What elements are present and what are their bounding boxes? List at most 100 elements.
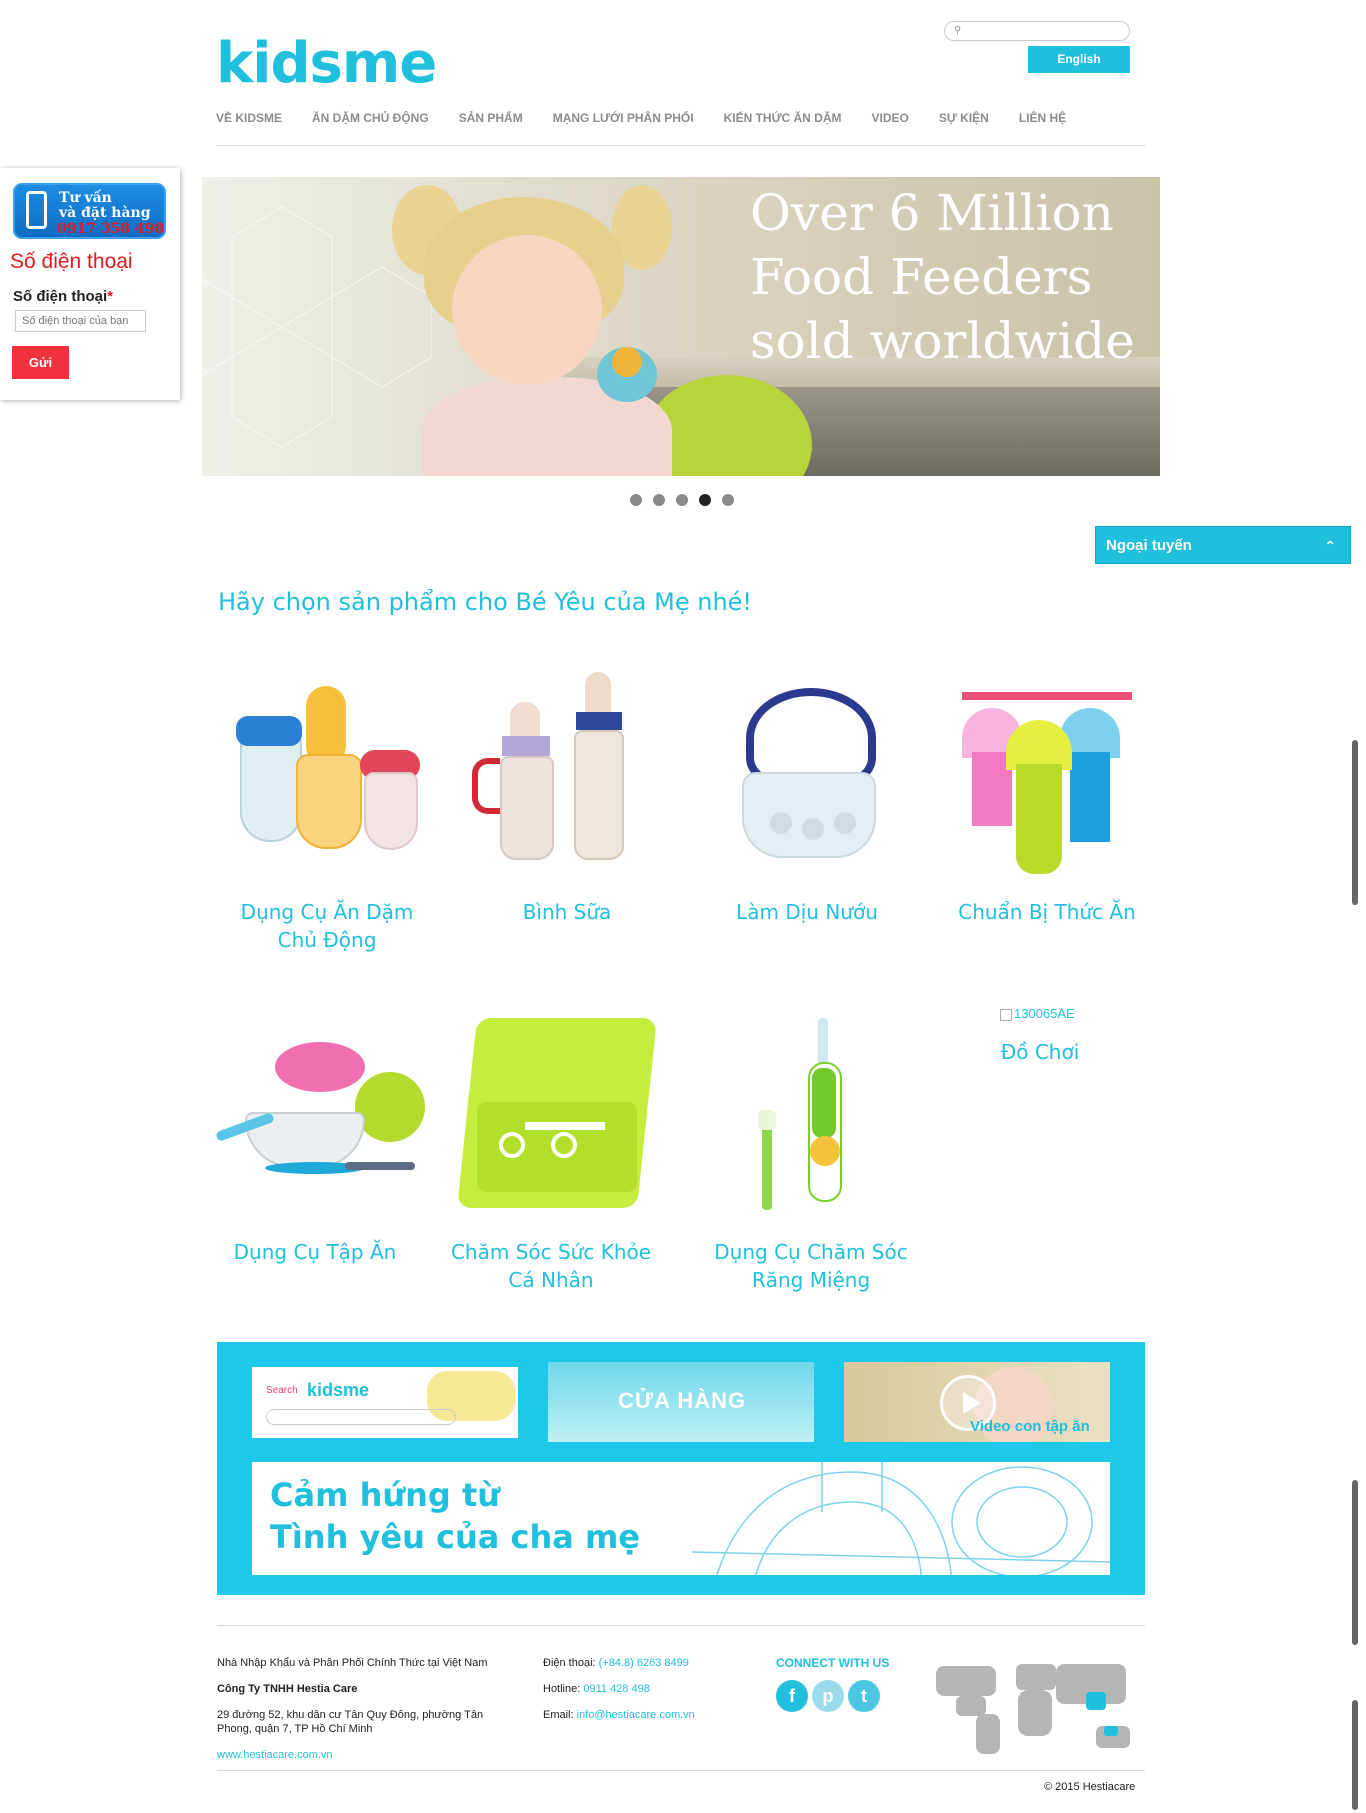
store-banner[interactable]: CỬA HÀNG — [548, 1362, 814, 1442]
submit-button[interactable]: Gửi — [12, 346, 69, 379]
product-card-bottle[interactable]: Bình Sữa — [457, 672, 677, 926]
bottle-sketch — [692, 1462, 1110, 1575]
product-image[interactable] — [205, 1012, 435, 1212]
product-name[interactable]: Dụng Cụ Ăn Dặm Chủ Động — [217, 898, 437, 954]
hotline-value: 0911 428 498 — [583, 1683, 650, 1695]
chevron-up-icon[interactable]: ⌃ — [1324, 527, 1336, 565]
search-banner-field[interactable] — [266, 1409, 456, 1425]
company-address: 29 đường 52, khu dân cư Tân Quy Đông, ph… — [217, 1709, 484, 1735]
mobile-phone-icon — [26, 191, 47, 229]
nav-item-san-pham[interactable]: SẢN PHẨM — [459, 109, 523, 127]
product-image[interactable] — [942, 672, 1152, 874]
main-nav: VỀ KIDSME ĂN DẶM CHỦ ĐỘNG SẢN PHẨM MẠNG … — [216, 109, 1096, 127]
scroll-indicator-1[interactable] — [1352, 740, 1358, 905]
slogan-line-3: sold worldwide — [750, 312, 1135, 370]
social-links: f p t — [776, 1680, 880, 1712]
footer-bottom-divider — [217, 1770, 1145, 1771]
search-input[interactable] — [967, 24, 1117, 38]
product-name[interactable]: Bình Sữa — [457, 898, 677, 926]
copyright-text: © 2015 Hestiacare — [1044, 1781, 1136, 1793]
twitter-icon[interactable]: t — [848, 1680, 880, 1712]
logo-text: kidsme — [216, 31, 437, 96]
nav-item-an-dam-chu-dong[interactable]: ĂN DẶM CHỦ ĐỘNG — [312, 109, 429, 127]
product-card-oral-care[interactable]: Dụng Cụ Chăm Sóc Răng Miệng — [701, 1012, 921, 1294]
nav-divider — [216, 145, 1146, 146]
girl-face — [452, 235, 602, 385]
product-image[interactable] — [462, 672, 672, 872]
slide-dot-4[interactable] — [699, 494, 711, 506]
live-chat-bar[interactable]: Ngoại tuyến ⌃ — [1095, 526, 1351, 564]
video-banner[interactable]: Video con tập ăn — [844, 1362, 1110, 1442]
form-title: Số điện thoại — [10, 250, 133, 273]
product-name-line-2: Cá Nhân — [508, 1268, 594, 1292]
importer-text: Nhà Nhập Khẩu và Phân Phối Chính Thức tạ… — [217, 1657, 488, 1669]
order-hotline-banner: Tư vấn và đặt hàng 0917 358 498 — [13, 183, 166, 239]
product-name-line-1: Bình Sữa — [522, 900, 612, 924]
product-card-feeding-set[interactable]: Dụng Cụ Tập Ăn — [205, 1012, 425, 1266]
footer-company: Nhà Nhập Khẩu và Phân Phối Chính Thức tạ… — [217, 1656, 517, 1774]
product-card-teether[interactable]: Làm Dịu Nướu — [697, 672, 917, 926]
pinterest-icon[interactable]: p — [812, 1680, 844, 1712]
banner-line-1: Tư vấn — [59, 190, 112, 206]
product-name-line-1: Chăm Sóc Sức Khỏe — [450, 1240, 652, 1264]
product-name-line-2: Răng Miệng — [751, 1268, 871, 1292]
product-image[interactable] — [222, 672, 432, 872]
chat-status: Ngoại tuyến — [1106, 537, 1192, 554]
language-button[interactable]: English — [1028, 46, 1130, 73]
product-name-line-1: Chuẩn Bị Thức Ăn — [958, 900, 1136, 924]
slide-dot-1[interactable] — [630, 494, 642, 506]
connect-heading: CONNECT WITH US — [776, 1656, 890, 1670]
product-name-toys[interactable]: Đồ Chơi — [960, 1040, 1120, 1064]
product-image[interactable] — [702, 672, 912, 872]
product-image[interactable] — [441, 1012, 671, 1212]
nav-item-mang-luoi-phan-phoi[interactable]: MẠNG LƯỚI PHÂN PHỐI — [553, 109, 694, 127]
promo-band: Search kidsme CỬA HÀNG Video con tập ăn … — [217, 1342, 1145, 1595]
nav-item-lien-he[interactable]: LIÊN HỆ — [1019, 109, 1066, 127]
phone-label-text: Số điện thoại — [13, 288, 108, 305]
product-name[interactable]: Làm Dịu Nướu — [697, 898, 917, 926]
facebook-icon[interactable]: f — [776, 1680, 808, 1712]
required-mark: * — [107, 288, 114, 305]
product-name[interactable]: Chăm Sóc Sức Khỏe Cá Nhân — [441, 1238, 661, 1294]
world-map-icon — [936, 1664, 1130, 1754]
footer-contacts: Điện thoại: (+84.8) 6263 8499 Hotline: 0… — [543, 1656, 743, 1734]
product-name[interactable]: Dụng Cụ Chăm Sóc Răng Miệng — [701, 1238, 921, 1294]
toys-image-alt: 130065AE — [1014, 1006, 1075, 1021]
nav-item-video[interactable]: VIDEO — [872, 109, 909, 127]
search-banner-brand: kidsme — [307, 1380, 370, 1400]
slide-dot-5[interactable] — [722, 494, 734, 506]
inspiration-line-2: Tình yêu của cha mẹ — [270, 1518, 640, 1556]
header-search[interactable]: ⚲ — [944, 21, 1130, 41]
inspiration-line-1: Cảm hứng từ — [270, 1476, 501, 1514]
banner-line-2: và đặt hàng — [59, 205, 151, 221]
nav-item-kien-thuc-an-dam[interactable]: KIẾN THỨC ĂN DẶM — [724, 109, 842, 127]
nav-item-ve-kidsme[interactable]: VỀ KIDSME — [216, 109, 282, 127]
slide-dot-3[interactable] — [676, 494, 688, 506]
slide-dot-2[interactable] — [653, 494, 665, 506]
email-link[interactable]: info@hestiacare.com.vn — [577, 1709, 695, 1721]
search-kidsme-banner[interactable]: Search kidsme — [252, 1367, 518, 1438]
nav-item-su-kien[interactable]: SỰ KIỆN — [939, 109, 989, 127]
product-image[interactable] — [706, 1012, 916, 1212]
email-label: Email: — [543, 1709, 574, 1721]
phone-input[interactable] — [15, 310, 146, 332]
kidsme-logo[interactable]: kidsme — [216, 34, 437, 94]
product-name-line-1: Làm Dịu Nướu — [736, 900, 878, 924]
slogan-line-1: Over 6 Million — [750, 184, 1114, 242]
phone-field-label: Số điện thoại* — [13, 288, 113, 306]
broken-image-toys[interactable]: 130065AE — [1000, 1006, 1075, 1021]
product-card-grooming-kit[interactable]: Chăm Sóc Sức Khỏe Cá Nhân — [441, 1012, 661, 1294]
inspiration-banner[interactable]: Cảm hứng từ Tình yêu của cha mẹ — [252, 1462, 1110, 1575]
website-link[interactable]: www.hestiacare.com.vn — [217, 1749, 333, 1761]
product-card-food-feeder[interactable]: Dụng Cụ Ăn Dặm Chủ Động — [217, 672, 437, 954]
hero-slider[interactable]: Over 6 Million Food Feeders sold worldwi… — [202, 177, 1160, 476]
product-name[interactable]: Chuẩn Bị Thức Ăn — [937, 898, 1157, 926]
phone-value: (+84.8) 6263 8499 — [598, 1657, 689, 1669]
scroll-indicator-2[interactable] — [1352, 1480, 1358, 1645]
product-name-line-2: Chủ Động — [277, 928, 377, 952]
search-banner-label: Search — [266, 1385, 298, 1396]
scroll-indicator-3[interactable] — [1352, 1700, 1358, 1810]
product-name[interactable]: Dụng Cụ Tập Ăn — [205, 1238, 425, 1266]
product-card-food-prep[interactable]: Chuẩn Bị Thức Ăn — [937, 672, 1157, 926]
product-name-line-1: Dụng Cụ Chăm Sóc — [714, 1240, 908, 1264]
